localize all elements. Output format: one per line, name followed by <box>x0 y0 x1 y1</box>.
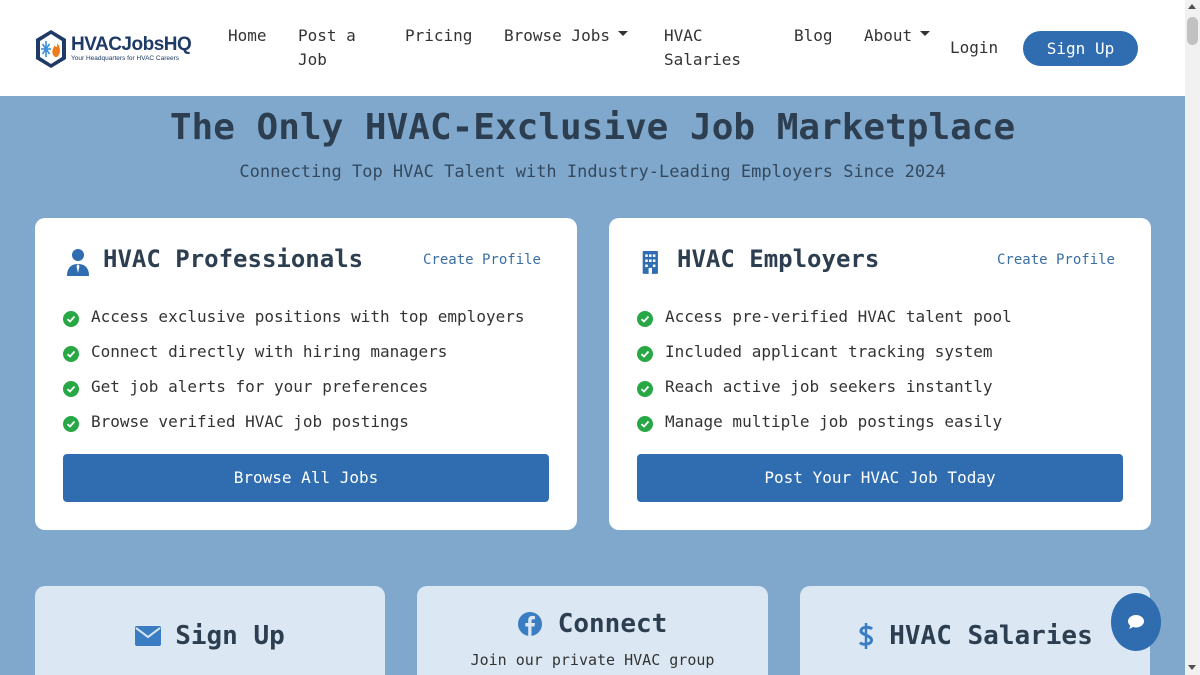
post-job-button[interactable]: Post Your HVAC Job Today <box>637 454 1123 502</box>
list-item: Get job alerts for your preferences <box>63 369 524 404</box>
nav-home-label: Home <box>228 26 267 45</box>
bottom-card-salaries[interactable]: HVAC Salaries <box>800 586 1150 675</box>
logo[interactable]: HVACJobsHQ Your Headquarters for HVAC Ca… <box>35 28 205 70</box>
nav-browse-jobs-label: Browse Jobs <box>504 26 610 45</box>
list-item: Included applicant tracking system <box>637 334 1012 369</box>
signup-button[interactable]: Sign Up <box>1023 31 1138 66</box>
building-icon <box>642 251 658 274</box>
envelope-icon <box>135 626 162 646</box>
list-item: Browse verified HVAC job postings <box>63 404 524 439</box>
feature-text: Included applicant tracking system <box>665 342 993 361</box>
list-item: Connect directly with hiring managers <box>63 334 524 369</box>
nav-post-a-job-label: Post a Job <box>298 26 356 69</box>
feature-text: Connect directly with hiring managers <box>91 342 448 361</box>
bottom-card-head: Sign Up <box>35 620 385 652</box>
caret-down-icon <box>920 31 931 36</box>
bottom-card-head: Connect <box>417 608 768 640</box>
check-circle-icon <box>637 415 653 432</box>
chat-bubble-icon <box>1128 615 1144 629</box>
bottom-card-title: Sign Up <box>175 621 285 651</box>
card-employers: HVAC Employers Create Profile Access pre… <box>609 218 1151 530</box>
card-title: HVAC Professionals <box>103 245 364 273</box>
bottom-card-connect[interactable]: Connect Join our private HVAC group <box>417 586 768 675</box>
feature-text: Get job alerts for your preferences <box>91 377 429 396</box>
nav-post-a-job[interactable]: Post a Job <box>298 24 370 72</box>
scroll-thumb[interactable] <box>1187 17 1198 45</box>
list-item: Access pre-verified HVAC talent pool <box>637 299 1012 334</box>
create-profile-link[interactable]: Create Profile <box>997 251 1115 269</box>
check-circle-icon <box>637 310 653 327</box>
feature-text: Reach active job seekers instantly <box>665 377 993 396</box>
card-title: HVAC Employers <box>677 245 880 273</box>
login-link[interactable]: Login <box>950 36 998 60</box>
bottom-card-head: HVAC Salaries <box>800 620 1150 652</box>
snowflake-flame-hex-icon <box>36 30 66 68</box>
list-item: Access exclusive positions with top empl… <box>63 299 524 334</box>
navbar: HVACJobsHQ Your Headquarters for HVAC Ca… <box>0 0 1185 96</box>
feature-text: Manage multiple job postings easily <box>665 412 1003 431</box>
check-circle-icon <box>637 380 653 397</box>
nav-hvac-salaries[interactable]: HVAC Salaries <box>664 24 754 72</box>
feature-text: Access pre-verified HVAC talent pool <box>665 307 1012 326</box>
hero-title: The Only HVAC-Exclusive Job Marketplace <box>169 107 1016 148</box>
check-circle-icon <box>63 345 79 362</box>
bottom-card-text: Join our private HVAC group <box>470 651 715 669</box>
logo-tagline: Your Headquarters for HVAC Careers <box>71 55 180 62</box>
card-professionals: HVAC Professionals Create Profile Access… <box>35 218 577 530</box>
feature-text: Browse verified HVAC job postings <box>91 412 409 431</box>
check-circle-icon <box>63 310 79 327</box>
chat-button[interactable] <box>1111 593 1161 651</box>
nav-pricing-label: Pricing <box>405 26 473 45</box>
list-item: Manage multiple job postings easily <box>637 404 1012 439</box>
logo-text: HVACJobsHQ Your Headquarters for HVAC Ca… <box>71 34 192 63</box>
nav-blog[interactable]: Blog <box>794 24 833 48</box>
scrollbar[interactable] <box>1185 0 1200 675</box>
nav-hvac-salaries-label: HVAC Salaries <box>664 26 742 69</box>
check-circle-icon <box>637 345 653 362</box>
create-profile-link[interactable]: Create Profile <box>423 251 541 269</box>
hero-subtitle: Connecting Top HVAC Talent with Industry… <box>239 162 946 182</box>
caret-down-icon <box>617 31 628 36</box>
bottom-card-title: HVAC Salaries <box>889 621 1093 651</box>
check-circle-icon <box>63 415 79 432</box>
bottom-card-signup[interactable]: Sign Up <box>35 586 385 675</box>
nav-browse-jobs[interactable]: Browse Jobs <box>504 24 628 48</box>
nav-home[interactable]: Home <box>228 24 267 48</box>
nav-pricing[interactable]: Pricing <box>405 24 472 48</box>
scroll-up-arrow-icon[interactable] <box>1188 4 1196 9</box>
nav-about[interactable]: About <box>864 24 931 48</box>
nav-about-label: About <box>864 26 913 45</box>
dollar-icon <box>859 623 874 649</box>
nav-blog-label: Blog <box>794 26 833 45</box>
browse-all-jobs-button[interactable]: Browse All Jobs <box>63 454 549 502</box>
list-item: Reach active job seekers instantly <box>637 369 1012 404</box>
check-circle-icon <box>63 380 79 397</box>
feature-text: Access exclusive positions with top empl… <box>91 307 525 326</box>
bottom-card-title: Connect <box>557 609 668 639</box>
feature-list: Access exclusive positions with top empl… <box>63 299 524 439</box>
logo-name: HVACJobsHQ <box>71 34 192 55</box>
feature-list: Access pre-verified HVAC talent pool Inc… <box>637 299 1012 439</box>
user-tie-icon <box>67 249 89 276</box>
facebook-icon <box>517 612 542 636</box>
scroll-down-arrow-icon[interactable] <box>1188 665 1196 670</box>
